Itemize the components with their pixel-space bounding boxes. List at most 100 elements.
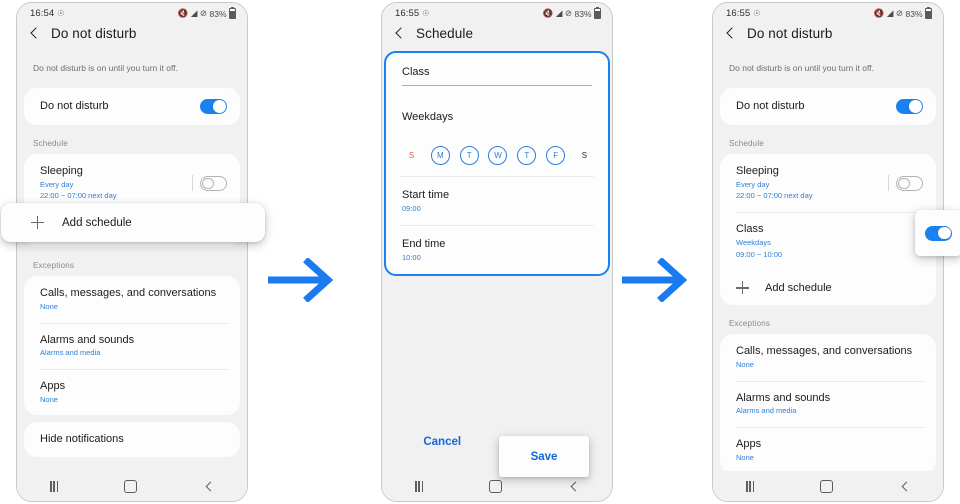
day-chip-sunday[interactable]: S <box>402 146 421 165</box>
schedule-toggle-sleeping[interactable] <box>896 175 923 191</box>
flow-arrow-1 <box>266 257 338 307</box>
exception-row-apps[interactable]: Apps None <box>720 427 936 473</box>
schedule-toggle-wrap <box>888 175 923 192</box>
schedule-name-field[interactable]: Class <box>386 53 608 95</box>
schedule-row-class[interactable]: Class Weekdays 09:00 ~ 10:00 <box>720 212 936 270</box>
exception-row-alarms[interactable]: Alarms and sounds Alarms and media <box>720 380 936 427</box>
dnd-master-text: Do not disturb <box>736 100 804 113</box>
plus-icon <box>31 216 44 229</box>
flow-arrow-2 <box>620 257 692 307</box>
schedule-name: Sleeping <box>40 165 83 178</box>
save-button: Save <box>530 450 558 463</box>
schedule-name: Sleeping <box>736 165 779 178</box>
page-title: Do not disturb <box>747 26 833 41</box>
battery-icon <box>594 7 601 19</box>
exception-row-calls[interactable]: Calls, messages, and conversations None <box>720 334 936 380</box>
screen-2: 16:55 ☉ 🔇 ◢ ⊘ 83% Schedule Class Weekday… <box>382 3 612 501</box>
day-chip-thursday[interactable]: T <box>517 146 537 166</box>
recents-icon[interactable] <box>415 480 423 492</box>
status-bar-left: 16:55 ☉ <box>726 8 761 19</box>
schedule-text: Sleeping Every day 22:00 ~ 07:00 next da… <box>40 165 117 201</box>
exception-text: Calls, messages, and conversations None <box>736 345 912 369</box>
day-chip-wednesday[interactable]: W <box>488 146 508 166</box>
home-icon[interactable] <box>489 479 503 493</box>
schedule-toggle-class[interactable] <box>925 225 952 241</box>
recents-icon[interactable] <box>746 480 754 492</box>
exception-row-apps[interactable]: Apps None <box>24 368 240 415</box>
alarm-icon: ☉ <box>422 9 430 18</box>
wifi-icon: ◢ <box>886 8 894 19</box>
app-bar: Do not disturb <box>713 21 943 51</box>
divider <box>192 175 193 192</box>
do-not-disturb-icon: ⊘ <box>564 8 572 19</box>
recents-icon[interactable] <box>50 480 58 492</box>
cancel-button[interactable]: Cancel <box>423 436 461 448</box>
start-time-value: 09:00 <box>402 204 421 214</box>
back-icon[interactable] <box>569 481 579 491</box>
schedule-toggle-wrap <box>192 175 227 192</box>
day-chip-friday[interactable]: F <box>546 146 566 166</box>
home-icon[interactable] <box>124 479 138 493</box>
dnd-master-toggle[interactable] <box>896 99 923 115</box>
exception-value: None <box>736 359 754 369</box>
home-icon[interactable] <box>820 479 834 493</box>
exception-row-calls[interactable]: Calls, messages, and conversations None <box>24 276 240 322</box>
schedule-card: Sleeping Every day 22:00 ~ 07:00 next da… <box>720 154 936 306</box>
back-chevron-icon[interactable] <box>28 27 41 40</box>
days-label-block: Weekdays <box>386 95 608 137</box>
plus-icon <box>736 281 749 295</box>
day-selector: S M T W T F S <box>386 137 608 176</box>
day-chip-monday[interactable]: M <box>430 146 450 166</box>
page-title: Schedule <box>416 26 474 41</box>
status-bar-left: 16:54 ☉ <box>30 8 65 19</box>
schedule-toggle-sleeping[interactable] <box>200 175 227 191</box>
page-title: Do not disturb <box>51 26 137 41</box>
back-icon[interactable] <box>900 481 910 491</box>
highlight-add-schedule[interactable]: Add schedule <box>1 203 265 242</box>
add-schedule-row[interactable]: Add schedule <box>720 270 936 305</box>
day-chip-tuesday[interactable]: T <box>459 146 479 166</box>
schedule-time: 22:00 ~ 07:00 next day <box>736 191 813 201</box>
back-icon[interactable] <box>204 481 214 491</box>
schedule-row-sleeping[interactable]: Sleeping Every day 22:00 ~ 07:00 next da… <box>720 154 936 212</box>
hide-notifications-text: Hide notifications <box>40 433 124 446</box>
start-time-field[interactable]: Start time 09:00 <box>386 177 608 225</box>
back-chevron-icon[interactable] <box>724 27 737 40</box>
status-bar: 16:54 ☉ 🔇 ◢ ⊘ 83% <box>17 3 247 21</box>
dnd-master-row[interactable]: Do not disturb <box>24 88 240 125</box>
end-time-field[interactable]: End time 10:00 <box>386 226 608 274</box>
phone-2-schedule-editor: 16:55 ☉ 🔇 ◢ ⊘ 83% Schedule Class Weekday… <box>381 2 613 502</box>
schedule-name: Class <box>736 223 764 236</box>
hide-notifications-row[interactable]: Hide notifications <box>24 422 240 457</box>
start-time-label: Start time <box>402 189 450 202</box>
schedule-section-header: Schedule <box>729 139 764 149</box>
highlight-save-button[interactable]: Save <box>499 436 589 477</box>
do-not-disturb-icon: ⊘ <box>895 8 903 19</box>
screen-1: 16:54 ☉ 🔇 ◢ ⊘ 83% Do not disturb Do not … <box>17 3 247 501</box>
wifi-icon: ◢ <box>555 8 563 19</box>
schedule-text: Sleeping Every day 22:00 ~ 07:00 next da… <box>736 165 813 201</box>
navigation-bar <box>713 471 943 501</box>
battery-icon <box>925 7 932 19</box>
exception-title: Alarms and sounds <box>40 333 135 346</box>
tutorial-flow-stage: 16:54 ☉ 🔇 ◢ ⊘ 83% Do not disturb Do not … <box>0 0 960 504</box>
exception-title: Calls, messages, and conversations <box>40 287 217 300</box>
dnd-master-row[interactable]: Do not disturb <box>720 88 936 125</box>
schedule-name-value: Class <box>402 66 430 78</box>
dnd-master-label: Do not disturb <box>40 100 109 113</box>
day-chip-saturday[interactable]: S <box>575 146 594 165</box>
back-chevron-icon[interactable] <box>393 27 406 40</box>
highlight-class-toggle[interactable] <box>915 210 960 256</box>
status-bar-right: 🔇 ◢ ⊘ 83% <box>543 7 601 19</box>
hide-notifications-card: Hide notifications <box>24 422 240 457</box>
exception-title: Apps <box>736 438 762 451</box>
dnd-master-toggle[interactable] <box>200 99 227 115</box>
exception-row-alarms[interactable]: Alarms and sounds Alarms and media <box>24 322 240 369</box>
phone-3-do-not-disturb-updated: 16:55 ☉ 🔇 ◢ ⊘ 83% Do not disturb Do not … <box>712 2 960 502</box>
schedule-time: 09:00 ~ 10:00 <box>736 249 783 259</box>
phone-1-do-not-disturb: 16:54 ☉ 🔇 ◢ ⊘ 83% Do not disturb Do not … <box>1 2 265 502</box>
add-schedule-label: Add schedule <box>765 281 832 294</box>
alarm-icon: ☉ <box>753 9 761 18</box>
exceptions-section-header: Exceptions <box>729 319 771 329</box>
dnd-master-text: Do not disturb <box>40 100 108 113</box>
